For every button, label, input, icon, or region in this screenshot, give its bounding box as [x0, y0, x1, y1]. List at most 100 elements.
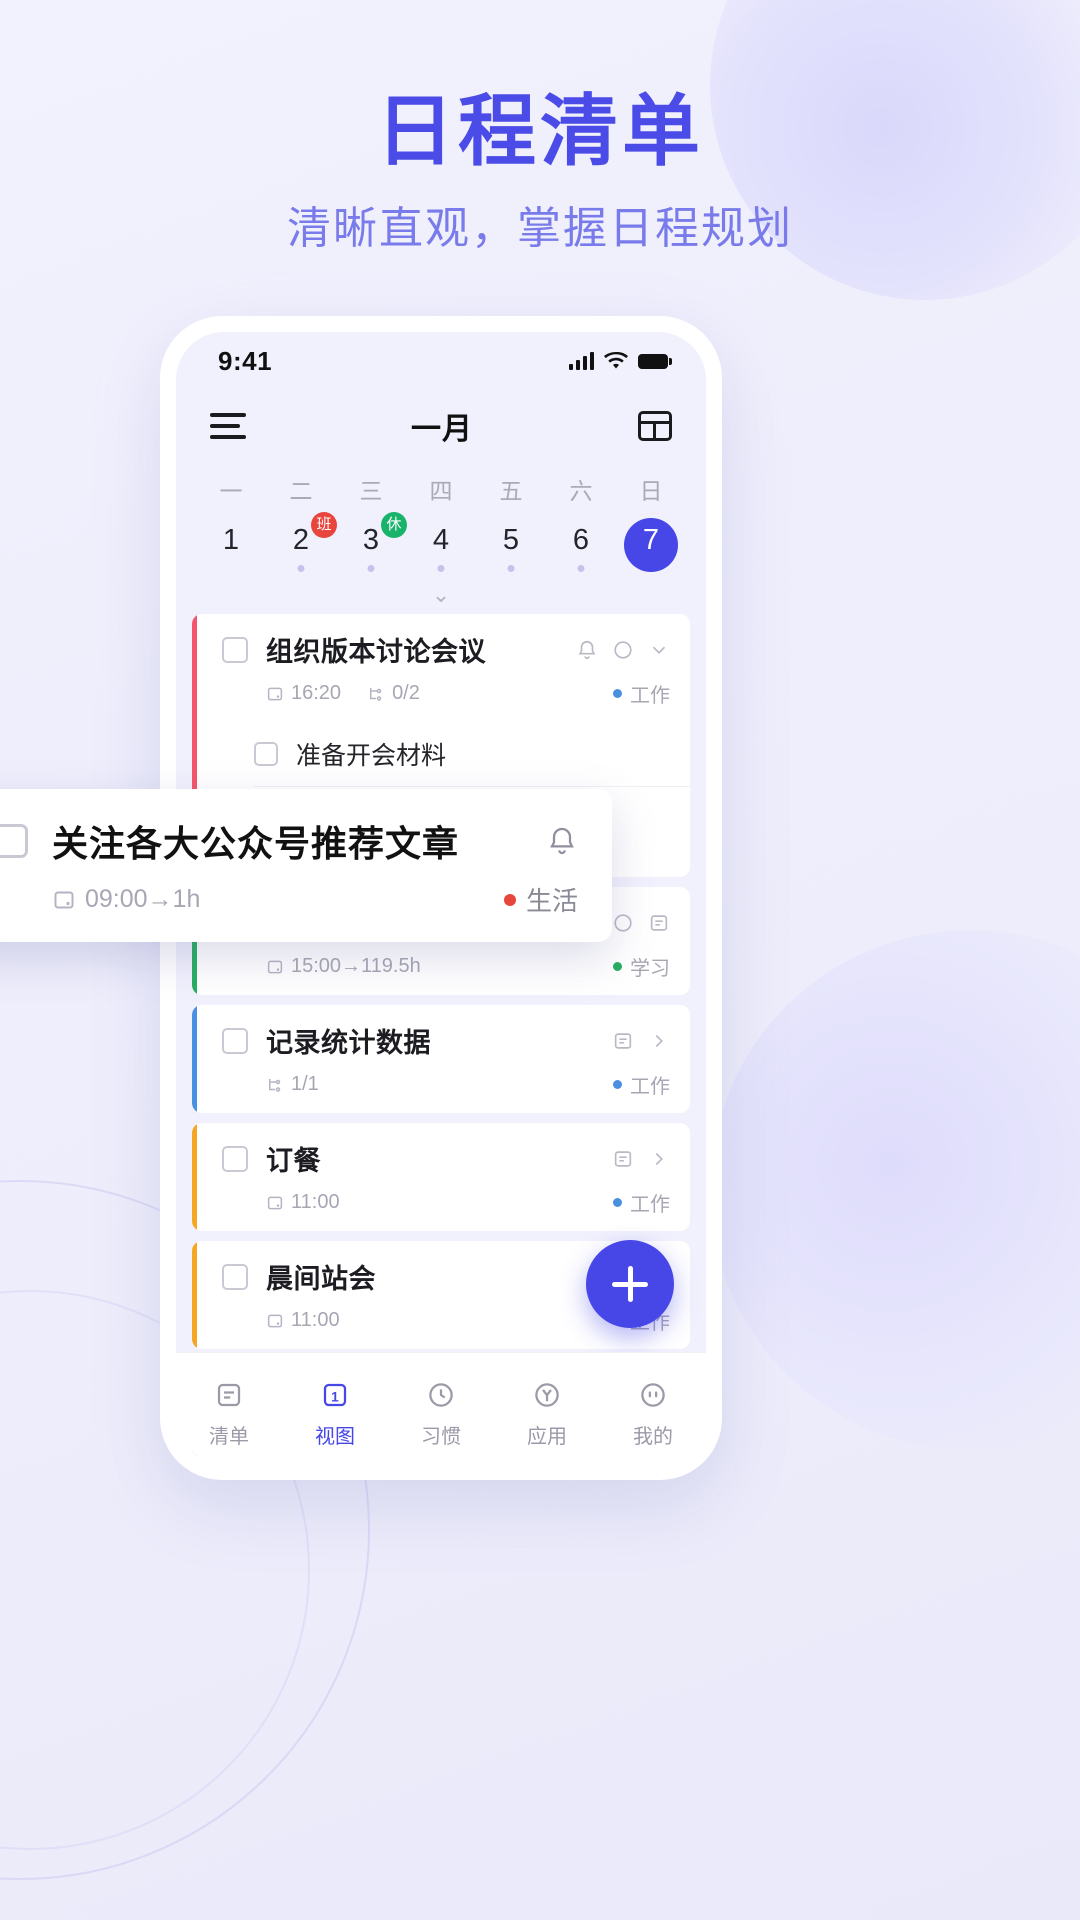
- nav-item-list[interactable]: 清单: [176, 1376, 282, 1449]
- day-event-dot: [507, 565, 515, 572]
- app-header: 一月: [176, 390, 706, 462]
- task-row[interactable]: 组织版本讨论会议 16:20 0/2 工作: [192, 614, 690, 722]
- status-indicators: [569, 352, 672, 370]
- calendar-day-6[interactable]: 6: [546, 518, 616, 580]
- calendar-day-2[interactable]: 2 班: [266, 512, 337, 580]
- add-task-fab[interactable]: [586, 1240, 674, 1328]
- note-icon[interactable]: [612, 1030, 634, 1052]
- day-number: 1: [222, 524, 240, 556]
- highlight-row[interactable]: 关注各大公众号推荐文章 09:00→1h 生活: [0, 789, 612, 942]
- chevron-right-icon[interactable]: [648, 1148, 670, 1170]
- weekday-header-row: 一 二 三 四 五 六 日: [176, 472, 706, 506]
- tag-dot: [613, 962, 622, 971]
- day-badge-work: 班: [311, 512, 337, 538]
- page-subtitle: 清晰直观，掌握日程规划: [287, 204, 793, 253]
- task-subcount-text: 0/2: [392, 682, 420, 704]
- task-row[interactable]: 记录统计数据 1/1 工作: [192, 1005, 690, 1113]
- calendar-day-1[interactable]: 1: [196, 518, 266, 580]
- day-number: 5: [502, 524, 520, 556]
- task-card[interactable]: 订餐 11:00 工作: [192, 1123, 690, 1231]
- list-icon: [176, 1376, 282, 1414]
- hamburger-icon[interactable]: [210, 413, 246, 439]
- task-checkbox[interactable]: [222, 1145, 248, 1172]
- background-blob-bottom: [710, 930, 1080, 1450]
- task-time-text: 11:00: [291, 1309, 340, 1331]
- subtask-item[interactable]: 准备开会材料: [192, 722, 690, 786]
- signal-icon: [569, 352, 594, 370]
- status-bar: 9:41: [176, 332, 706, 390]
- highlight-title: 关注各大公众号推荐文章: [52, 823, 460, 864]
- calendar-day-4[interactable]: 4: [406, 518, 476, 580]
- task-row[interactable]: 订餐 11:00 工作: [192, 1123, 690, 1231]
- day-number: 2: [292, 524, 310, 556]
- timer-icon[interactable]: [612, 639, 634, 661]
- day-number: 7: [642, 524, 660, 556]
- note-icon[interactable]: [612, 1148, 634, 1170]
- profile-icon: [600, 1376, 706, 1414]
- nav-label: 应用: [527, 1426, 567, 1448]
- task-checkbox[interactable]: [222, 1027, 248, 1054]
- tag-label: 工作: [630, 1076, 670, 1098]
- day-number: 4: [432, 524, 450, 556]
- task-tag: 工作: [613, 1188, 670, 1217]
- day-event-dot: [437, 565, 445, 572]
- date-icon: [266, 958, 284, 976]
- weekday-label: 二: [289, 478, 313, 504]
- highlight-time: 09:00→1h: [52, 885, 200, 914]
- nav-label: 视图: [315, 1426, 355, 1448]
- nav-item-apps[interactable]: 应用: [494, 1376, 600, 1449]
- task-subcount: 0/2: [367, 682, 420, 705]
- task-time-text: 15:00→119.5h: [291, 955, 421, 977]
- tag-dot: [613, 689, 622, 698]
- highlighted-task-card[interactable]: 关注各大公众号推荐文章 09:00→1h 生活: [0, 789, 612, 942]
- highlight-tag: 生活: [503, 881, 578, 918]
- note-icon[interactable]: [648, 912, 670, 934]
- task-title: 记录统计数据: [266, 1028, 431, 1058]
- highlight-checkbox[interactable]: [0, 824, 28, 858]
- weekday-label: 五: [499, 478, 523, 504]
- date-icon: [52, 888, 76, 912]
- calendar-view-icon[interactable]: [638, 411, 672, 441]
- task-title: 组织版本讨论会议: [266, 637, 486, 667]
- task-time: 11:00: [266, 1191, 340, 1214]
- task-card[interactable]: 记录统计数据 1/1 工作: [192, 1005, 690, 1113]
- status-time: 9:41: [218, 345, 273, 376]
- weekday-label: 三: [359, 478, 383, 504]
- month-label[interactable]: 一月: [411, 404, 473, 448]
- calendar-day-7-selected[interactable]: 7: [616, 518, 686, 580]
- chevron-right-icon[interactable]: [648, 1030, 670, 1052]
- chevron-down-icon[interactable]: ⌄: [176, 582, 706, 608]
- chevron-down-icon[interactable]: [648, 639, 670, 661]
- task-list: 组织版本讨论会议 16:20 0/2 工作 准备开会材料 15:00→119.5…: [176, 614, 706, 1461]
- subtask-checkbox[interactable]: [254, 742, 278, 766]
- day-badge-rest: 休: [381, 512, 407, 538]
- bell-icon[interactable]: [576, 639, 598, 661]
- date-icon: [266, 1312, 284, 1330]
- tag-label: 学习: [630, 958, 670, 980]
- timer-icon[interactable]: [612, 912, 634, 934]
- tag-label: 生活: [525, 886, 578, 916]
- task-title: 订餐: [266, 1146, 321, 1176]
- task-accent-bar: [192, 1005, 197, 1113]
- nav-item-profile[interactable]: 我的: [600, 1376, 706, 1449]
- calendar-day-3[interactable]: 3 休: [336, 512, 407, 580]
- subtask-label: 准备开会材料: [296, 742, 447, 770]
- task-subcount-text: 1/1: [291, 1073, 319, 1095]
- task-checkbox[interactable]: [222, 1263, 248, 1290]
- subtask-icon: [367, 685, 385, 703]
- subtask-icon: [266, 1076, 284, 1094]
- task-accent-bar: [192, 1123, 197, 1231]
- task-checkbox[interactable]: [222, 636, 248, 663]
- task-time: 11:00: [266, 1309, 340, 1332]
- day-number: 6: [572, 524, 590, 556]
- bell-icon[interactable]: [546, 825, 578, 857]
- task-time-text: 11:00: [291, 1191, 340, 1213]
- day-number: 3: [362, 524, 380, 556]
- wifi-icon: [604, 352, 628, 370]
- calendar-day-5[interactable]: 5: [476, 518, 546, 580]
- nav-label: 清单: [209, 1426, 249, 1448]
- nav-item-view[interactable]: 1 视图: [282, 1376, 388, 1449]
- day-event-dot: [577, 565, 585, 572]
- nav-item-habit[interactable]: 习惯: [388, 1376, 494, 1449]
- apps-icon: [494, 1376, 600, 1414]
